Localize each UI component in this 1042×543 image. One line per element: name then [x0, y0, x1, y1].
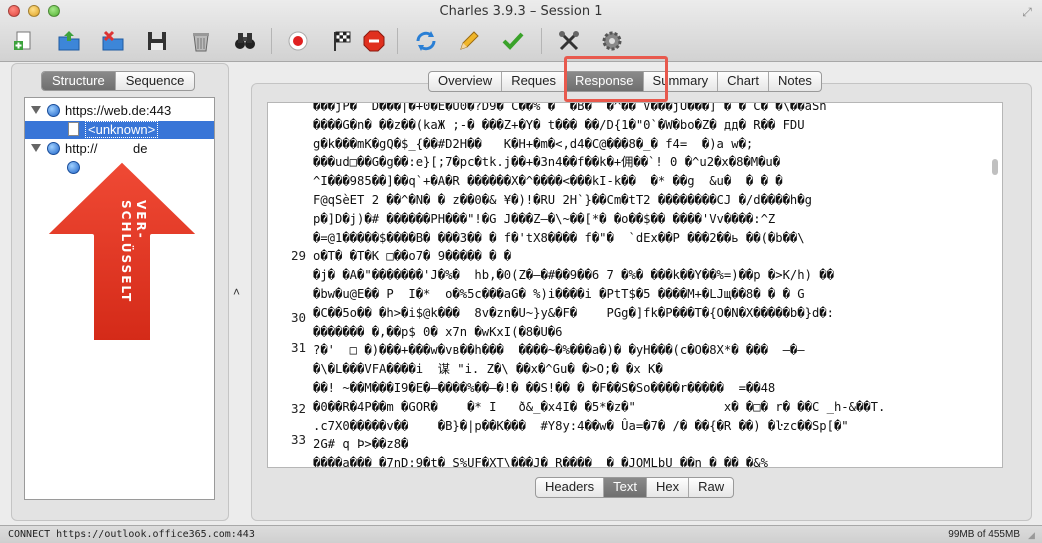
new-session-button[interactable]	[10, 27, 38, 55]
tab-sequence[interactable]: Sequence	[116, 72, 195, 90]
response-text-line: �=@1�����$����B� ���3�� � f�'tX8���� f�"…	[313, 230, 805, 245]
tab-raw[interactable]: Raw	[689, 478, 733, 497]
status-bar: CONNECT https://outlook.office365.com:44…	[0, 525, 1042, 543]
breakpoints-button[interactable]	[360, 27, 388, 55]
tab-chart[interactable]: Chart	[718, 72, 769, 91]
toolbar-separator	[541, 28, 542, 54]
globe-icon	[47, 104, 60, 117]
response-body-viewer[interactable]: 29 30 31 32 33 ���jP� D���|�+0�E�U0�?D9�…	[267, 102, 1003, 468]
response-text-line: ^I���985��]��q`+�A�R ������X�^����<���kI…	[313, 174, 783, 189]
tree-item-label: https://web.de:443	[65, 103, 172, 118]
tools-button[interactable]	[555, 27, 583, 55]
tab-request[interactable]: Reques	[502, 72, 566, 91]
close-session-icon	[102, 30, 124, 51]
tree-item-web-de[interactable]: https://web.de:443	[25, 102, 214, 120]
scrollbar-thumb[interactable]	[992, 159, 998, 175]
throttle-flag-icon	[334, 31, 351, 51]
view-mode-selector: Structure Sequence	[41, 71, 196, 91]
fullscreen-icon[interactable]: ⤢	[1020, 5, 1034, 19]
response-text-line: F@qSèET 2 ��^�N� � z��0�& ¥�)!�RU 2H`}��…	[313, 192, 812, 207]
globe-icon	[47, 142, 60, 155]
response-text-line: p�]D�j)�# ������PH���"!�G J���Z–�\~��[*�…	[313, 211, 776, 226]
close-session-button[interactable]	[99, 27, 127, 55]
memory-usage: 99MB of 455MB	[948, 529, 1020, 540]
split-collapse-icon[interactable]: ˄	[233, 285, 240, 299]
edit-button[interactable]	[455, 27, 483, 55]
response-text-line: 2G# q Þ>��z8�	[313, 437, 409, 452]
settings-button[interactable]	[598, 27, 626, 55]
binoculars-icon	[235, 33, 255, 49]
response-text-line: �C��5o�� �h>�i$@k��� 8v�zn�U~}y&�F� PGg�…	[313, 305, 834, 320]
open-session-icon	[58, 31, 80, 51]
tree-item-label: <unknown>	[85, 121, 159, 138]
response-tab-highlight	[564, 56, 668, 102]
vertical-scrollbar[interactable]	[990, 103, 1000, 467]
tab-notes[interactable]: Notes	[769, 72, 821, 91]
response-text-line: �0��R�4P��m �GOR� �* I ð&_�x4I� �5*�z�" …	[313, 399, 886, 414]
line-number: 30	[290, 310, 306, 325]
response-text[interactable]: ���jP� D���|�+0�E�U0�?D9� C��% � �B� �^�…	[313, 103, 989, 467]
open-session-button[interactable]	[55, 27, 83, 55]
line-number: 31	[290, 340, 306, 355]
response-text-line: ����G�n� ��z��(kaЖ ;-� ���Z+�Y� t��� ��/…	[313, 117, 805, 132]
response-text-line: �\�L���VFA����i 谋 "i. Z�\ ��x�^Gu� �>O;�…	[313, 362, 663, 377]
stop-icon	[363, 30, 385, 52]
edit-pencil-icon	[460, 31, 479, 50]
settings-gear-icon	[602, 31, 622, 51]
response-text-line: �bw�u@E�� P I�* o�%5c���aG� %)i����i �Pt…	[313, 286, 805, 301]
resize-grip-icon[interactable]: ◢	[1028, 530, 1038, 540]
find-button[interactable]	[231, 27, 259, 55]
status-connection-text: CONNECT https://outlook.office365.com:44…	[8, 529, 255, 540]
window-title: Charles 3.9.3 – Session 1	[439, 4, 603, 19]
new-session-icon	[14, 31, 31, 50]
toolbar-separator	[397, 28, 398, 54]
tree-item-unknown[interactable]: <unknown>	[25, 121, 214, 139]
response-text-line: .c7X0�����v�� �B}�|p��K��� #Y8y:4��w� Ûa…	[313, 418, 849, 433]
encrypted-annotation-text: VER- SCHLÜSSELT	[119, 200, 148, 304]
response-text-line: g�k���mK�gQ�$_{��#D2H�� K�H+�m�<,d4�C@��…	[313, 136, 754, 151]
record-icon	[288, 31, 308, 51]
charles-window: Charles 3.9.3 – Session 1 ⤢ Structure Se…	[0, 0, 1042, 543]
repeat-icon	[416, 31, 436, 51]
response-text-line: ������� �,��p$ 0� x7n �wKxI(�8�U�6	[313, 324, 563, 339]
line-number: 33	[290, 432, 306, 447]
response-text-line: o�T� �T�K □��o7� 9����� � �	[313, 249, 512, 264]
body-format-tabs: Headers Text Hex Raw	[535, 477, 735, 498]
response-text-line: ����a��� �7nD:9�t� S%UF�XT\���J� R���� �…	[313, 456, 768, 467]
save-icon	[148, 32, 166, 50]
tree-item-label: http://	[65, 141, 98, 156]
response-text-line: ?�' □ �)���+���w�vв��h��� ����~�%���a�)�…	[313, 343, 805, 358]
response-text-line: �j� �A�"�������'J�%� hb,�0(Z�–�#��9��6 7…	[313, 268, 834, 283]
tab-headers[interactable]: Headers	[536, 478, 605, 497]
tools-icon	[559, 31, 579, 51]
tab-overview[interactable]: Overview	[429, 72, 503, 91]
tab-hex[interactable]: Hex	[647, 478, 690, 497]
validate-check-icon	[502, 32, 524, 50]
tab-text[interactable]: Text	[604, 478, 647, 497]
tree-item-label: de	[133, 141, 148, 156]
response-text-line: ��! ~��M���I9�E�–����%��–�!� ��S!�� � �F…	[313, 380, 776, 395]
response-text-line: ���ud□��G�g��:e}[;7�pc�tk.j��+�3n4��f��k…	[313, 155, 781, 170]
response-text-line: ���jP� D���|�+0�E�U0�?D9� C��% � �B� �^�…	[313, 103, 827, 113]
titlebar-toolbar: Charles 3.9.3 – Session 1 ⤢	[0, 0, 1042, 62]
line-number: 32	[290, 401, 306, 416]
toolbar-separator	[271, 28, 272, 54]
disclosure-triangle-icon[interactable]	[31, 106, 41, 114]
record-button[interactable]	[284, 27, 312, 55]
save-button[interactable]	[143, 27, 171, 55]
line-number-gutter: 29 30 31 32 33	[268, 103, 308, 467]
validate-button[interactable]	[499, 27, 527, 55]
clear-session-button[interactable]	[187, 27, 215, 55]
disclosure-triangle-icon[interactable]	[31, 144, 41, 152]
document-icon	[68, 122, 79, 136]
throttle-button[interactable]	[328, 27, 356, 55]
trash-icon	[193, 33, 209, 52]
line-number: 29	[290, 248, 306, 263]
tab-structure[interactable]: Structure	[42, 72, 116, 90]
repeat-button[interactable]	[412, 27, 440, 55]
